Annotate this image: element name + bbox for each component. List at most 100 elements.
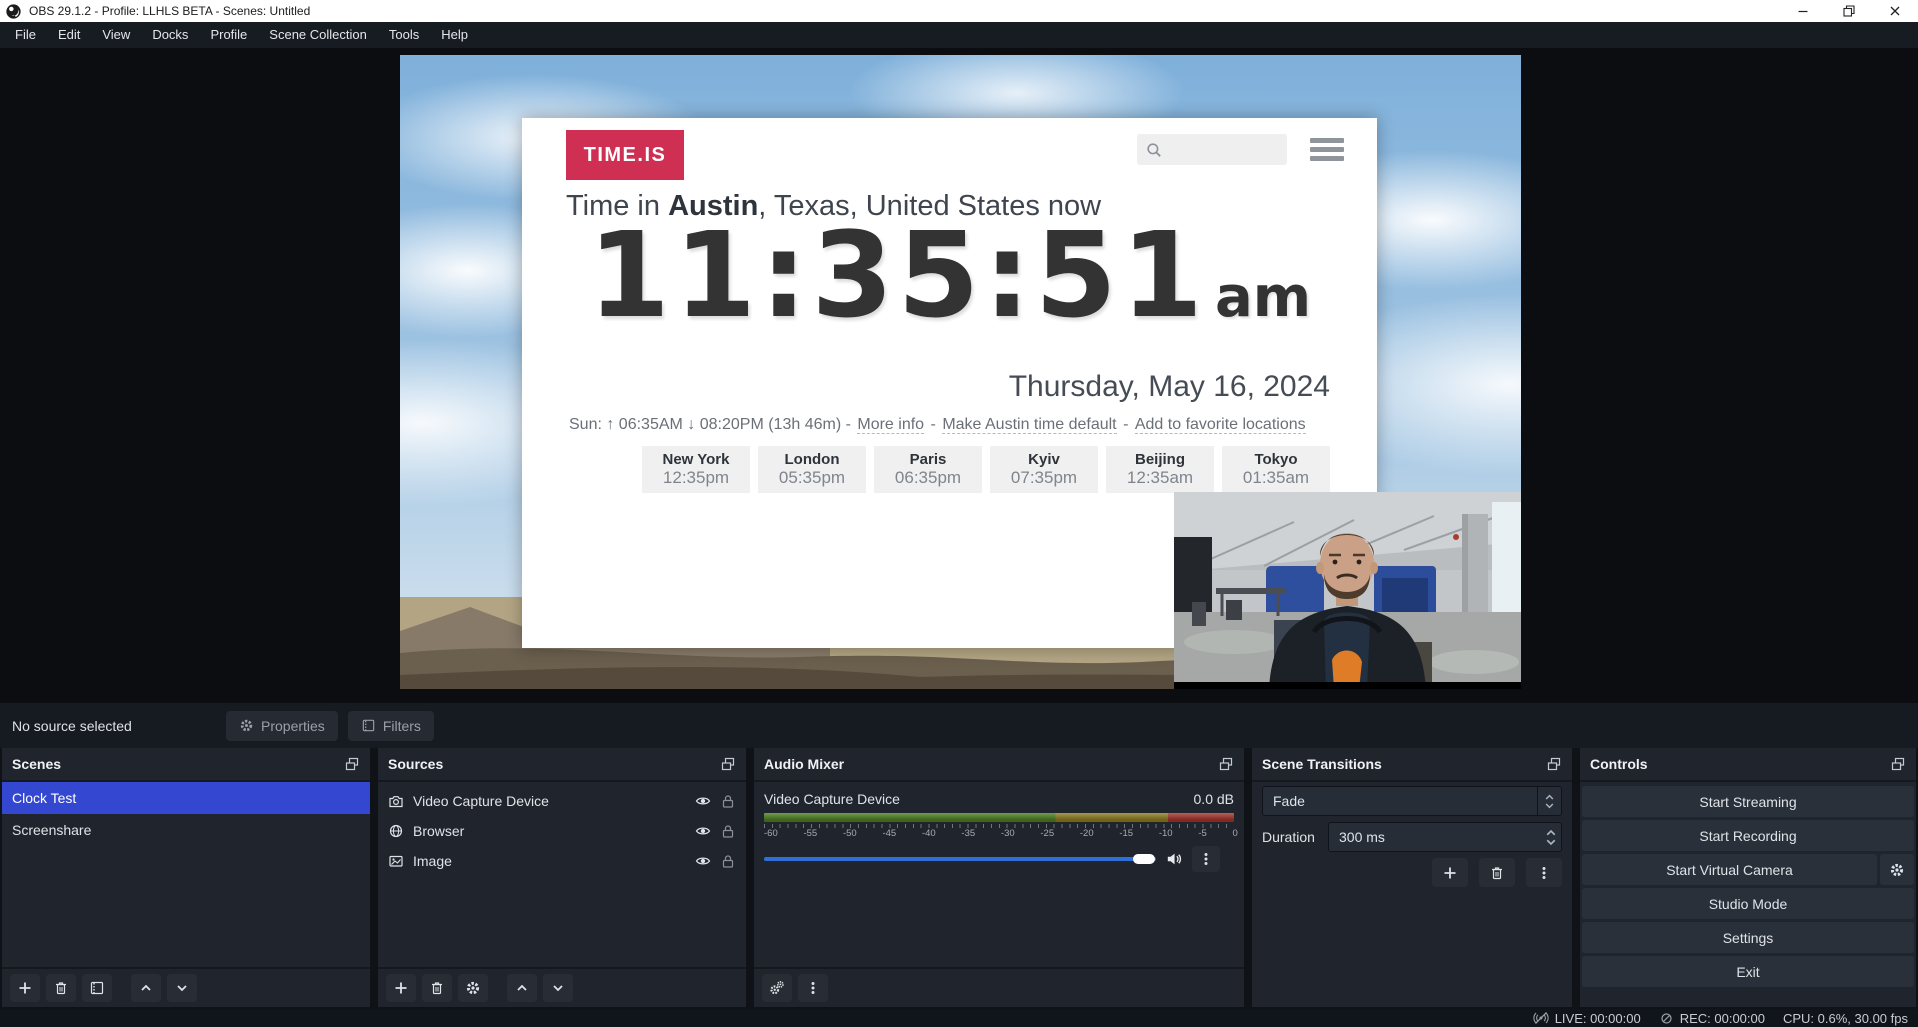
exit-button[interactable]: Exit <box>1582 956 1914 987</box>
chevron-down-icon <box>1545 838 1557 847</box>
popout-icon[interactable] <box>720 756 736 772</box>
speaker-icon <box>1165 850 1183 868</box>
move-source-down-button[interactable] <box>543 974 573 1002</box>
source-item-browser[interactable]: Browser <box>378 816 746 846</box>
add-favorite-link[interactable]: Add to favorite locations <box>1135 416 1306 434</box>
add-scene-button[interactable] <box>10 974 40 1002</box>
menu-edit[interactable]: Edit <box>47 22 91 48</box>
spinner-chevrons[interactable] <box>1545 828 1557 847</box>
source-label: Image <box>413 853 452 869</box>
chevron-up-icon <box>514 980 530 996</box>
webcam-video <box>1174 492 1521 689</box>
trash-icon <box>429 980 445 996</box>
studio-mode-button[interactable]: Studio Mode <box>1582 888 1914 919</box>
minimize-button[interactable] <box>1780 0 1826 22</box>
start-virtual-camera-button[interactable]: Start Virtual Camera <box>1582 854 1877 885</box>
menu-tools[interactable]: Tools <box>378 22 430 48</box>
mute-button[interactable] <box>1165 850 1183 868</box>
lock-icon[interactable] <box>720 793 736 809</box>
gear-icon <box>1889 862 1905 878</box>
menu-profile[interactable]: Profile <box>199 22 258 48</box>
remove-scene-button[interactable] <box>46 974 76 1002</box>
remove-source-button[interactable] <box>422 974 452 1002</box>
eye-icon[interactable] <box>695 823 711 839</box>
city-new-york[interactable]: New York12:35pm <box>642 446 750 493</box>
start-recording-button[interactable]: Start Recording <box>1582 820 1914 851</box>
source-item-video-capture[interactable]: Video Capture Device <box>378 786 746 816</box>
source-properties-button[interactable] <box>458 974 488 1002</box>
popout-icon[interactable] <box>1546 756 1562 772</box>
chevron-down-icon <box>174 980 190 996</box>
chevron-down-icon <box>550 980 566 996</box>
properties-button[interactable]: Properties <box>226 711 338 741</box>
duration-spinner[interactable]: 300 ms <box>1328 822 1562 852</box>
cpu-fps-status: CPU: 0.6%, 30.00 fps <box>1783 1011 1908 1026</box>
make-default-link[interactable]: Make Austin time default <box>942 416 1116 434</box>
city-paris[interactable]: Paris06:35pm <box>874 446 982 493</box>
preview-canvas[interactable]: TIME.IS Time in Austin, Texas, United St… <box>0 48 1918 703</box>
dots-vertical-icon <box>1536 865 1552 881</box>
dots-vertical-icon <box>805 980 821 996</box>
move-scene-down-button[interactable] <box>167 974 197 1002</box>
scene-filters-button[interactable] <box>82 974 112 1002</box>
eye-icon[interactable] <box>695 853 711 869</box>
duration-label: Duration <box>1262 829 1328 845</box>
menu-help[interactable]: Help <box>430 22 479 48</box>
add-transition-button[interactable] <box>1432 858 1468 887</box>
filter-icon <box>361 718 376 733</box>
transition-select[interactable]: Fade <box>1262 786 1562 816</box>
world-clock-row: New York12:35pm London05:35pm Paris06:35… <box>642 446 1330 493</box>
controls-dock-title: Controls <box>1590 756 1648 772</box>
menu-view[interactable]: View <box>91 22 141 48</box>
controls-dock: Controls Start Streaming Start Recording… <box>1580 748 1916 1007</box>
source-status-label: No source selected <box>12 718 226 734</box>
mixer-options-button[interactable] <box>798 974 828 1002</box>
date-display: Thursday, May 16, 2024 <box>1009 370 1330 404</box>
popout-icon[interactable] <box>1218 756 1234 772</box>
hamburger-menu-icon[interactable] <box>1310 138 1344 161</box>
advanced-audio-button[interactable] <box>762 974 792 1002</box>
search-input[interactable] <box>1137 134 1287 165</box>
source-item-image[interactable]: Image <box>378 846 746 876</box>
lock-icon[interactable] <box>720 853 736 869</box>
restore-button[interactable] <box>1826 0 1872 22</box>
sun-times: Sun: ↑ 06:35AM ↓ 08:20PM (13h 46m) - <box>569 416 851 433</box>
popout-icon[interactable] <box>344 756 360 772</box>
window-controls <box>1780 0 1918 22</box>
trash-icon <box>1489 865 1505 881</box>
filters-button[interactable]: Filters <box>348 711 434 741</box>
more-info-link[interactable]: More info <box>857 416 924 434</box>
city-kyiv[interactable]: Kyiv07:35pm <box>990 446 1098 493</box>
rec-status: REC: 00:00:00 <box>1659 1011 1765 1026</box>
volume-slider[interactable] <box>764 857 1156 861</box>
gear-icon <box>465 980 481 996</box>
menu-docks[interactable]: Docks <box>141 22 199 48</box>
popout-icon[interactable] <box>1890 756 1906 772</box>
volume-slider-handle[interactable] <box>1133 854 1155 864</box>
move-source-up-button[interactable] <box>507 974 537 1002</box>
remove-transition-button[interactable] <box>1479 858 1515 887</box>
scene-item-screenshare[interactable]: Screenshare <box>2 814 370 846</box>
menu-file[interactable]: File <box>4 22 47 48</box>
city-london[interactable]: London05:35pm <box>758 446 866 493</box>
eye-icon[interactable] <box>695 793 711 809</box>
transition-selected-value: Fade <box>1273 793 1305 809</box>
start-streaming-button[interactable]: Start Streaming <box>1582 786 1914 817</box>
close-button[interactable] <box>1872 0 1918 22</box>
broadcast-off-icon <box>1533 1010 1549 1026</box>
channel-options-button[interactable] <box>1192 846 1220 872</box>
chevron-up-icon <box>1544 793 1555 801</box>
city-beijing[interactable]: Beijing12:35am <box>1106 446 1214 493</box>
menu-scene-collection[interactable]: Scene Collection <box>258 22 378 48</box>
lock-icon[interactable] <box>720 823 736 839</box>
add-source-button[interactable] <box>386 974 416 1002</box>
settings-button[interactable]: Settings <box>1582 922 1914 953</box>
scene-item-clock-test[interactable]: Clock Test <box>2 782 370 814</box>
timeis-logo[interactable]: TIME.IS <box>566 130 684 180</box>
move-scene-up-button[interactable] <box>131 974 161 1002</box>
scenes-dock: Scenes Clock Test Screenshare <box>2 748 370 1007</box>
transition-properties-button[interactable] <box>1526 858 1562 887</box>
virtual-camera-settings-button[interactable] <box>1880 854 1914 885</box>
record-off-icon <box>1659 1011 1674 1026</box>
city-tokyo[interactable]: Tokyo01:35am <box>1222 446 1330 493</box>
